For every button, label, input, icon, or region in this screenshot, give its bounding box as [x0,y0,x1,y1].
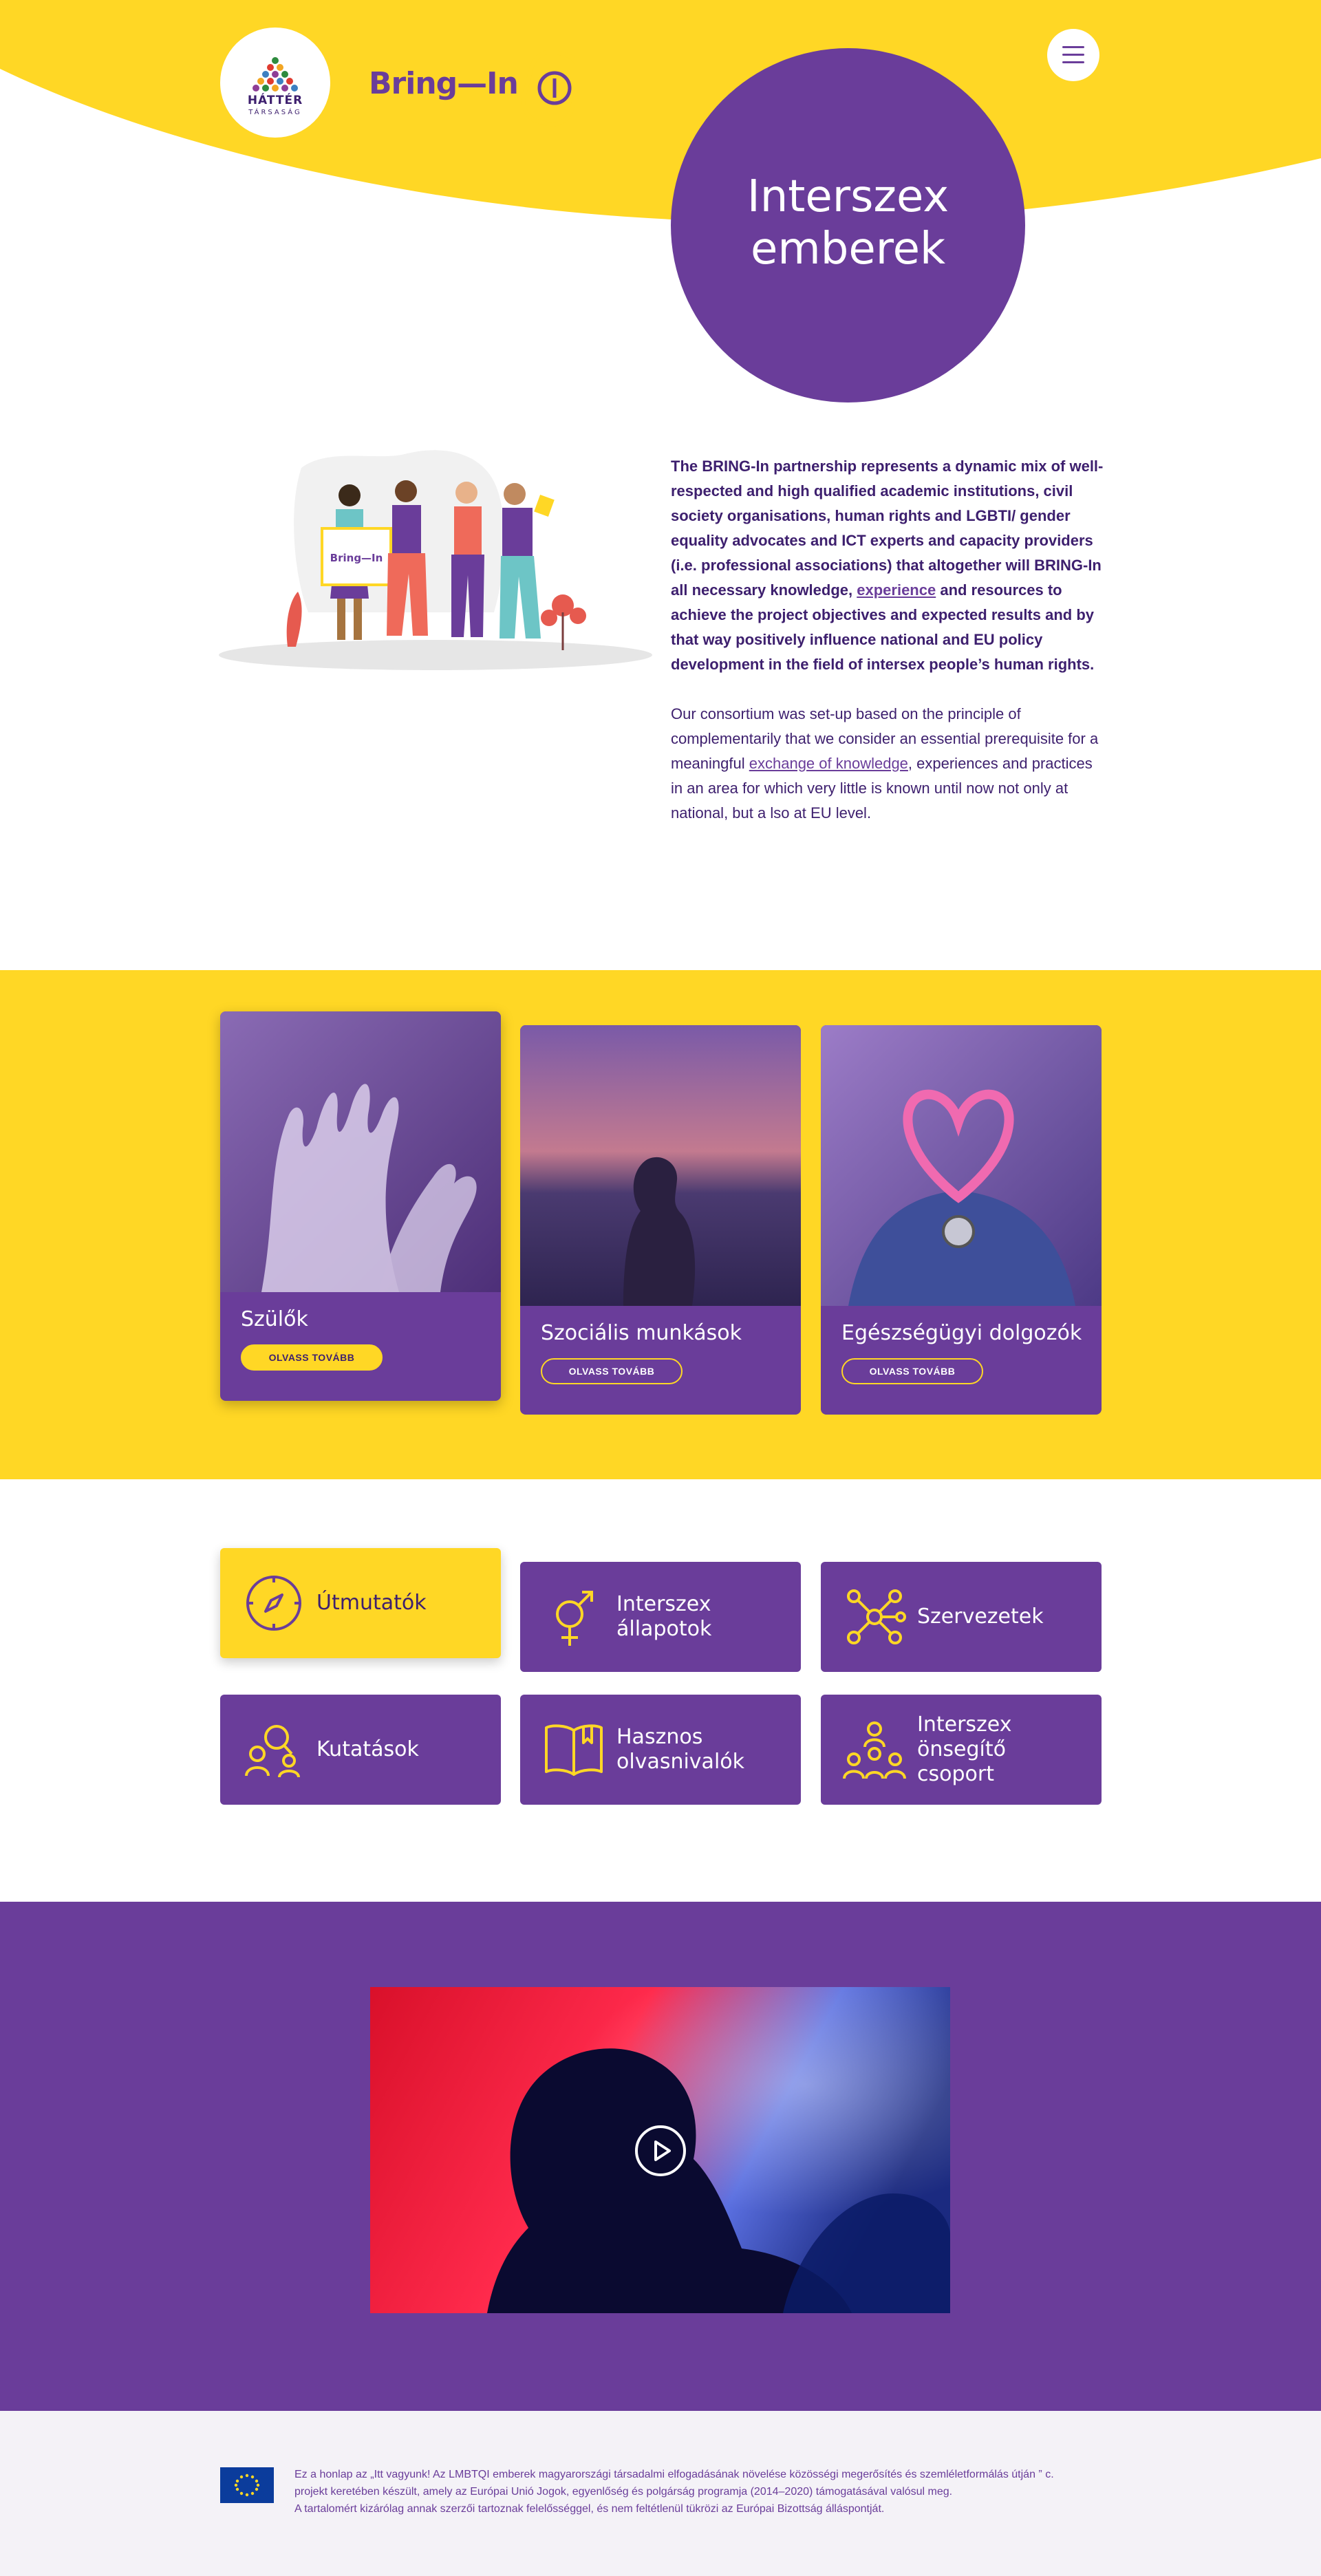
hamburger-icon-line [1062,61,1084,63]
tile-research[interactable]: Kutatások [220,1695,501,1805]
intro-paragraph-2: Our consortium was set-up based on the p… [671,702,1104,826]
intro-paragraph-1: The BRING-In partnership represents a dy… [671,454,1104,677]
bringin-logo-ring-icon [521,50,575,127]
page-title: Interszex emberek [671,171,1025,275]
menu-button[interactable] [1047,29,1099,81]
footer-line-1: Ez a honlap az „Itt vagyunk! Az LMBTQI e… [294,2469,1054,2480]
open-book-icon [545,1724,603,1776]
exchange-knowledge-link[interactable]: exchange of knowledge [749,755,908,772]
intro-text: The BRING-In partnership represents a dy… [671,454,1104,826]
footer-line-3: A tartalomért kizárólag annak szerzői ta… [294,2503,885,2515]
card-social-workers[interactable]: Szociális munkások OLVASS TOVÁBB [520,1025,801,1415]
hero-yellow-wave [0,0,1321,223]
hamburger-icon-line [1062,54,1084,56]
read-more-button[interactable]: OLVASS TOVÁBB [241,1344,383,1371]
silhouette-sunset-photo [520,1025,801,1306]
team-illustration: Bring—In [219,450,652,670]
play-button[interactable] [635,2125,686,2176]
tile-label: Kutatások [316,1737,419,1761]
tile-label: Interszex állapotok [616,1592,712,1641]
card-title: Szociális munkások [541,1321,742,1345]
experience-link[interactable]: experience [857,581,936,599]
people-search-icon [245,1725,300,1778]
card-title: Egészségügyi dolgozók [841,1321,1082,1345]
tile-self-help-group[interactable]: Interszex önsegítő csoport [821,1695,1102,1805]
card-title: Szülők [241,1307,308,1331]
hamburger-icon [1062,46,1084,48]
eu-flag-icon [220,2467,274,2503]
tile-label: Szervezetek [917,1604,1044,1629]
intersex-symbol-icon [556,1591,593,1646]
tile-intersex-conditions[interactable]: Interszex állapotok [520,1562,801,1672]
network-icon [847,1589,906,1644]
read-more-button[interactable]: OLVASS TOVÁBB [541,1358,683,1384]
stethoscope-heart-photo [821,1025,1102,1306]
video-player[interactable] [370,1987,950,2313]
sign-text: Bring—In [330,552,383,564]
tile-useful-readings[interactable]: Hasznos olvasnivalók [520,1695,801,1805]
read-more-button[interactable]: OLVASS TOVÁBB [841,1358,983,1384]
footer-disclaimer: Ez a honlap az „Itt vagyunk! Az LMBTQI e… [294,2466,1106,2518]
tile-label: Hasznos olvasnivalók [616,1725,745,1774]
hatter-logo-subtext: TÁRSASÁG [248,109,302,116]
footer: Ez a honlap az „Itt vagyunk! Az LMBTQI e… [0,2411,1321,2576]
parents-hands-photo [220,1011,501,1292]
audience-cards-section: Szülők OLVASS TOVÁBB Szociális munkások … [0,970,1321,1479]
hatter-logo-mark-icon [253,57,298,92]
hatter-logo-text: HÁTTÉR [247,94,303,107]
tile-label: Útmutatók [316,1591,427,1615]
title-circle: Interszex emberek [671,48,1025,402]
hero-section: HÁTTÉR TÁRSASÁG Bring—In Interszex ember… [0,0,1321,970]
group-icon [843,1721,906,1779]
card-parents[interactable]: Szülők OLVASS TOVÁBB [220,1011,501,1401]
compass-icon [246,1576,301,1631]
tile-guides[interactable]: Útmutatók [220,1548,501,1658]
video-section [0,1902,1321,2411]
intro-p1-start: The BRING-In partnership represents a dy… [671,458,1104,599]
play-icon [654,2140,671,2161]
footer-line-2: projekt keretében készült, amely az Euró… [294,2486,953,2498]
tile-label: Interszex önsegítő csoport [917,1713,1012,1786]
tile-organizations[interactable]: Szervezetek [821,1562,1102,1672]
bringin-logo[interactable]: Bring—In [369,47,575,129]
hatter-logo[interactable]: HÁTTÉR TÁRSASÁG [220,28,330,138]
page-title-text: Interszex emberek [747,171,949,275]
card-healthcare-workers[interactable]: Egészségügyi dolgozók OLVASS TOVÁBB [821,1025,1102,1415]
